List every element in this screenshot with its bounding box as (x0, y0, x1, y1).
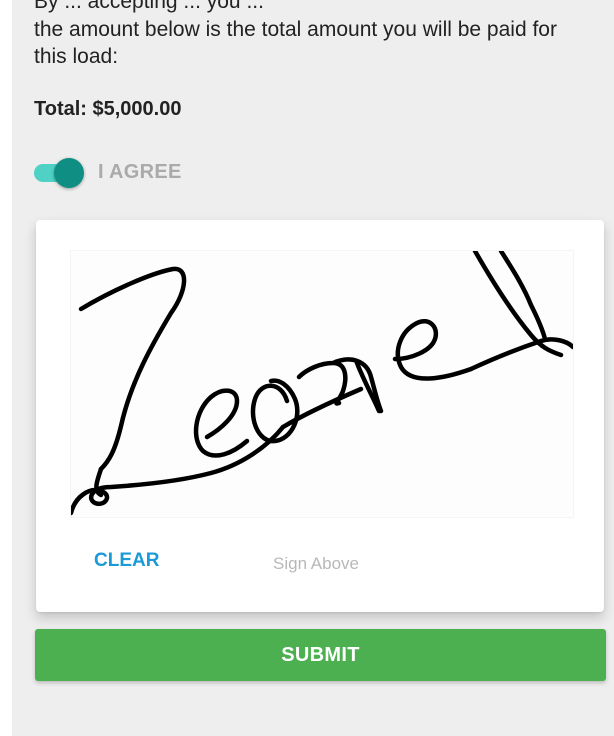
payment-disclosure-text: the amount below is the total amount you… (34, 18, 557, 68)
submit-button[interactable]: SUBMIT (35, 629, 606, 681)
signature-pad[interactable] (70, 250, 574, 518)
signature-card: CLEAR Sign Above (36, 220, 604, 612)
handwritten-signature (71, 251, 573, 516)
toggle-thumb (54, 158, 84, 188)
payment-agreement-screen: By ... accepting ... you ... the amount … (12, 0, 614, 736)
clipped-text-line: By ... accepting ... you ... (34, 0, 264, 13)
sign-above-hint: Sign Above (273, 554, 360, 573)
agree-row: I AGREE (34, 156, 182, 188)
agree-label: I AGREE (98, 160, 182, 183)
agree-toggle[interactable] (34, 156, 86, 188)
total-amount: Total: $5,000.00 (34, 98, 182, 120)
clear-signature-button[interactable]: CLEAR (94, 550, 159, 572)
